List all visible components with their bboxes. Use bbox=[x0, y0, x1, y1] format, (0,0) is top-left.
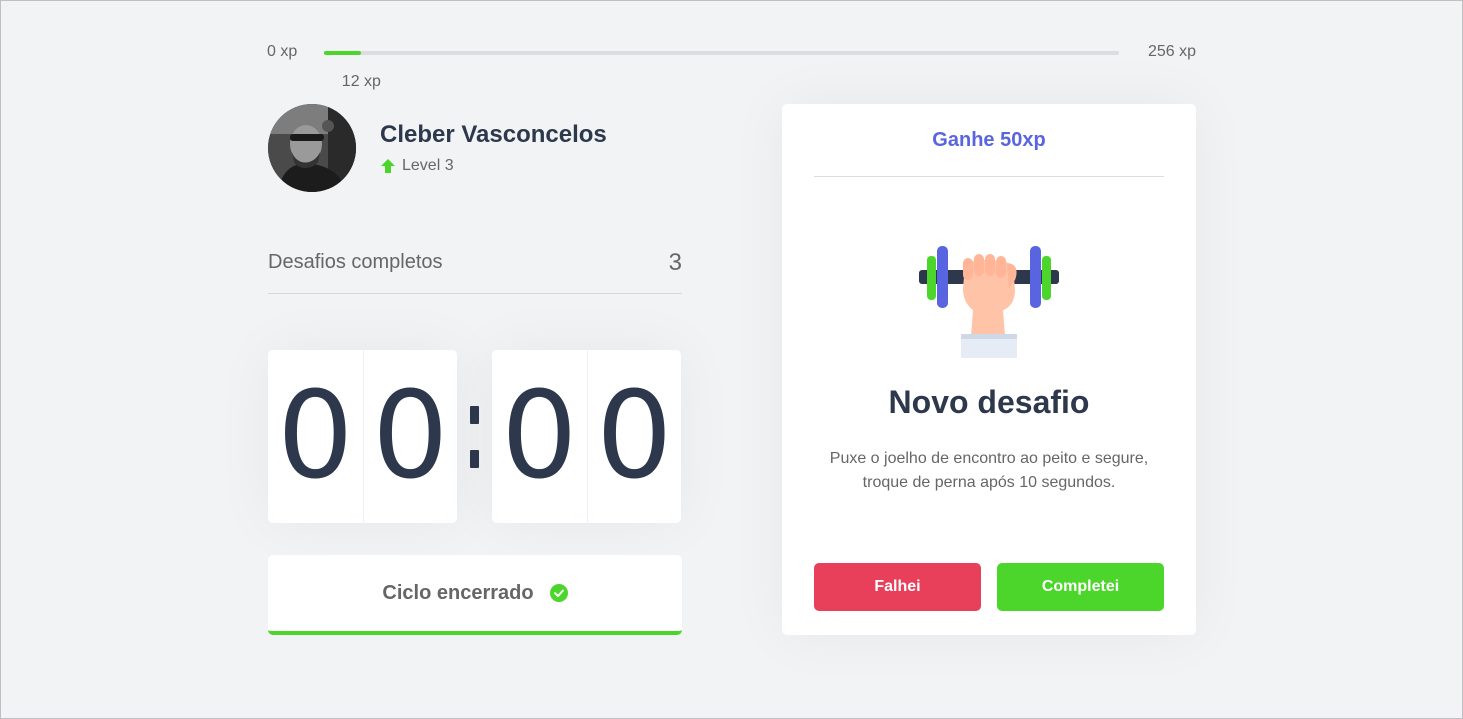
arrow-up-icon bbox=[381, 159, 395, 173]
completed-challenges-count: 3 bbox=[668, 249, 682, 276]
challenge-title: Novo desafio bbox=[888, 384, 1090, 420]
experience-bar: 0 xp 12 xp 256 xp bbox=[267, 43, 1196, 90]
minute-digit-right: 0 bbox=[362, 350, 458, 523]
check-circle-icon bbox=[549, 584, 568, 602]
countdown-separator bbox=[457, 405, 492, 468]
avatar bbox=[268, 104, 356, 192]
second-digit-right: 0 bbox=[586, 350, 682, 523]
dumbbell-icon bbox=[919, 246, 1059, 358]
xp-min-label: 0 xp bbox=[267, 43, 298, 60]
second-digit-left: 0 bbox=[501, 366, 578, 506]
xp-max-label: 256 xp bbox=[1147, 43, 1196, 60]
completed-challenges-label: Desafios completos bbox=[268, 251, 443, 273]
countdown: 0 0 0 0 bbox=[268, 350, 682, 523]
challenge-reward: Ganhe 50xp bbox=[814, 104, 1164, 177]
profile-level: Level 3 bbox=[380, 157, 607, 175]
profile: Cleber Vasconcelos Level 3 bbox=[268, 104, 607, 192]
challenge-box: Ganhe 50xp Novo desafio Puxe o joelho de… bbox=[782, 104, 1196, 635]
fail-button[interactable]: Falhei bbox=[814, 563, 981, 611]
avatar-photo bbox=[268, 104, 356, 192]
complete-button[interactable]: Completei bbox=[997, 563, 1164, 611]
xp-track: 12 xp bbox=[324, 51, 1119, 90]
minute-digit-left: 0 bbox=[277, 366, 354, 506]
level-label: Level 3 bbox=[402, 157, 454, 174]
cycle-button-label: Ciclo encerrado bbox=[382, 581, 534, 604]
challenge-description: Puxe o joelho de encontro ao peito e seg… bbox=[829, 450, 1149, 491]
seconds: 0 0 bbox=[492, 350, 681, 523]
profile-name: Cleber Vasconcelos bbox=[380, 121, 607, 148]
xp-fill bbox=[324, 51, 362, 55]
minutes: 0 0 bbox=[268, 350, 457, 523]
cycle-finished-button[interactable]: Ciclo encerrado bbox=[268, 555, 682, 635]
completed-challenges: Desafios completos 3 bbox=[268, 245, 682, 294]
xp-current-label: 12 xp bbox=[341, 73, 381, 90]
